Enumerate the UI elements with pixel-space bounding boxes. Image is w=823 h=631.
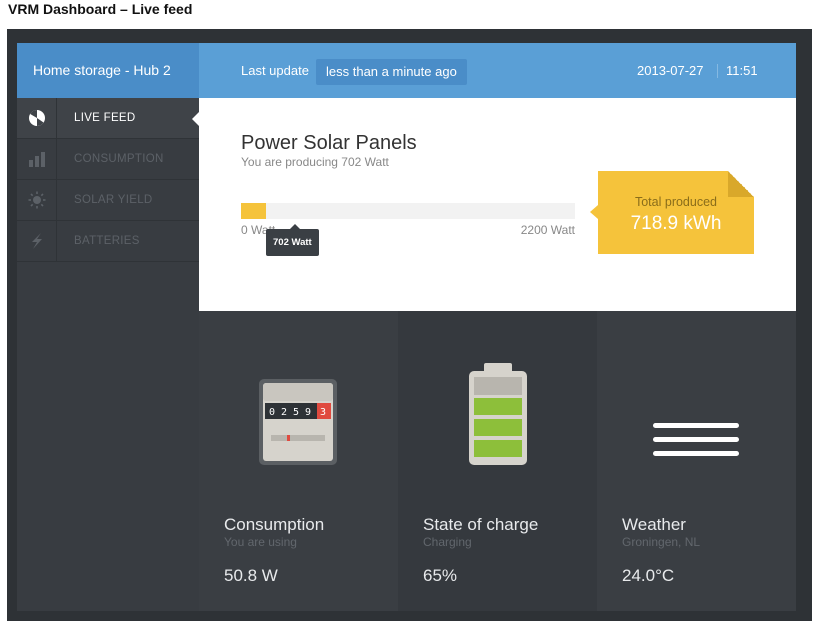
- bar-max-label: 2200 Watt: [520, 223, 575, 237]
- solar-panel-section: Power Solar Panels You are producing 702…: [199, 98, 796, 311]
- page-caption: VRM Dashboard – Live feed: [8, 1, 193, 17]
- meter-digit: 2: [281, 407, 287, 418]
- power-progress-fill: [241, 203, 266, 219]
- power-tooltip: 702 Watt: [266, 224, 319, 256]
- meter-digit: 5: [293, 407, 299, 418]
- weather-tile[interactable]: Weather Groningen, NL 24.0°C: [597, 311, 796, 611]
- state-of-charge-tile[interactable]: State of charge Charging 65%: [398, 311, 597, 611]
- tile-subtitle: Groningen, NL: [622, 535, 701, 549]
- battery-cell-charged: [474, 440, 522, 457]
- sidebar-item-label: SOLAR YIELD: [74, 194, 153, 206]
- fog-icon: [653, 423, 739, 462]
- top-bar: Last update less than a minute ago 2013-…: [199, 43, 796, 98]
- battery-icon: [467, 363, 529, 472]
- total-produced-value: 718.9 kWh: [630, 213, 722, 234]
- total-produced-card: Total produced 718.9 kWh: [590, 171, 754, 254]
- bar-chart-icon: [17, 139, 57, 179]
- consumption-tile[interactable]: 0 2 5 9 3 Consumption You are using 50.8…: [199, 311, 398, 611]
- tile-subtitle: Charging: [423, 535, 472, 549]
- dashboard-frame: Home storage - Hub 2 LIVE FEED CONSUMPTI…: [7, 29, 812, 621]
- sidebar-item-label: BATTERIES: [74, 235, 140, 247]
- sidebar-item-batteries[interactable]: BATTERIES: [17, 221, 199, 262]
- tile-value: 50.8 W: [224, 566, 278, 585]
- sidebar-item-solar-yield[interactable]: SOLAR YIELD: [17, 180, 199, 221]
- power-progress-bar: [241, 203, 575, 219]
- date-time-divider: [717, 64, 718, 78]
- sidebar-item-consumption[interactable]: CONSUMPTION: [17, 139, 199, 180]
- current-date: 2013-07-27: [637, 63, 704, 78]
- sidebar: Home storage - Hub 2 LIVE FEED CONSUMPTI…: [17, 43, 199, 611]
- page-fold-icon: [728, 171, 754, 197]
- lightning-icon: [17, 221, 57, 261]
- battery-cell-charged: [474, 419, 522, 436]
- meter-digit: 9: [305, 407, 311, 418]
- sidebar-item-label: CONSUMPTION: [74, 153, 164, 165]
- last-update-badge: less than a minute ago: [316, 59, 467, 85]
- tile-value: 65%: [423, 566, 458, 585]
- battery-cell-empty: [474, 377, 522, 394]
- last-update-label: Last update: [241, 63, 309, 78]
- pie-chart-icon: [17, 98, 57, 138]
- tile-subtitle: You are using: [224, 535, 297, 549]
- sidebar-item-live-feed[interactable]: LIVE FEED: [17, 98, 199, 139]
- sidebar-item-label: LIVE FEED: [74, 112, 136, 124]
- section-title: Power Solar Panels: [241, 132, 417, 154]
- meter-digit: 3: [320, 407, 326, 418]
- site-title[interactable]: Home storage - Hub 2: [17, 43, 199, 98]
- tile-value: 24.0°C: [622, 566, 675, 585]
- meter-digit: 0: [269, 407, 275, 418]
- section-subtitle: You are producing 702 Watt: [241, 155, 389, 169]
- tile-title: Weather: [622, 515, 686, 534]
- total-produced-label: Total produced: [634, 195, 717, 209]
- tile-title: Consumption: [224, 515, 325, 534]
- electric-meter-icon: 0 2 5 9 3: [257, 377, 339, 472]
- sun-icon: [17, 180, 57, 220]
- tile-title: State of charge: [423, 515, 539, 534]
- current-time: 11:51: [726, 63, 758, 78]
- battery-cell-charged: [474, 398, 522, 415]
